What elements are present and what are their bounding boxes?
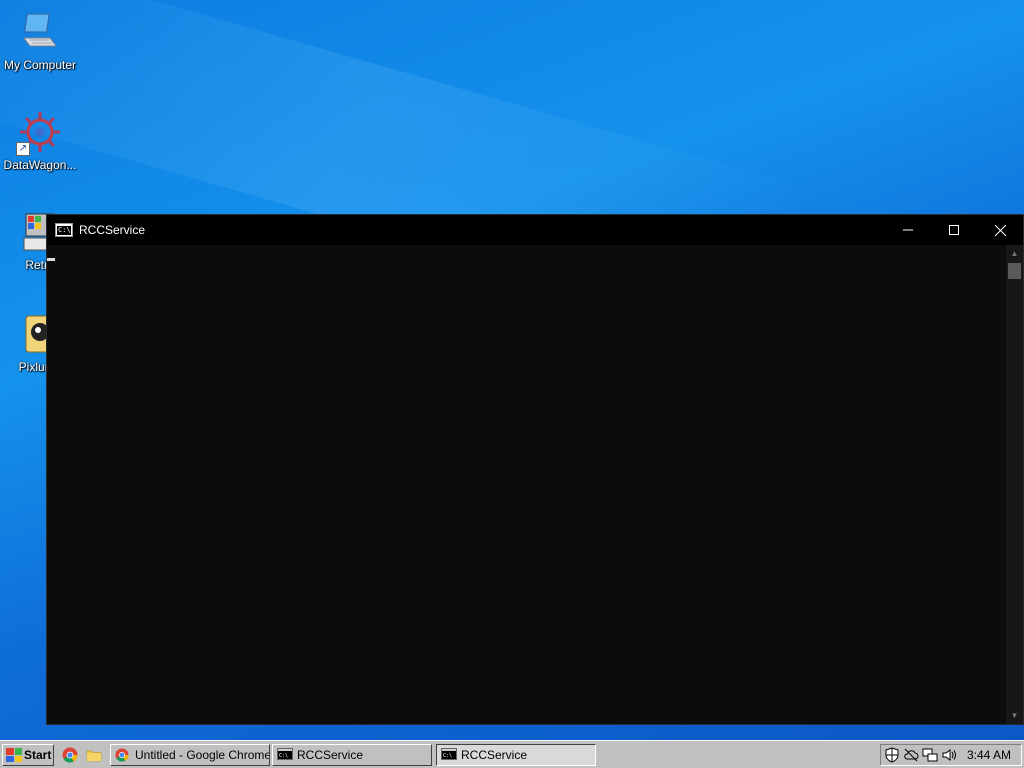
minimize-icon <box>903 229 913 231</box>
svg-text:C:\: C:\ <box>443 753 452 759</box>
folder-icon[interactable] <box>86 747 102 763</box>
window-titlebar[interactable]: C:\ RCCService <box>47 215 1023 245</box>
taskbar-item-rccservice[interactable]: C:\ RCCService <box>272 744 432 766</box>
cloud-offline-icon[interactable] <box>903 747 919 763</box>
shortcut-arrow-icon: ↗ <box>16 142 30 156</box>
system-tray: 3:44 AM <box>880 744 1022 766</box>
console-output-area[interactable] <box>47 245 1006 724</box>
close-icon <box>994 224 1006 236</box>
cmd-icon: C:\ <box>277 748 293 762</box>
minimize-button[interactable] <box>885 215 931 245</box>
maximize-button[interactable] <box>931 215 977 245</box>
svg-text:C:\: C:\ <box>279 753 288 759</box>
vertical-scrollbar[interactable]: ▲ ▼ <box>1006 245 1023 724</box>
windows-logo-icon <box>6 748 22 762</box>
window-title: RCCService <box>79 223 146 237</box>
chrome-icon[interactable] <box>62 747 78 763</box>
task-label: RCCService <box>297 748 364 762</box>
maximize-icon <box>949 225 959 235</box>
task-label: RCCService <box>461 748 528 762</box>
gear-icon: ↗ <box>16 108 64 156</box>
close-button[interactable] <box>977 215 1023 245</box>
cmd-icon: C:\ <box>441 748 457 762</box>
scrollbar-thumb[interactable] <box>1008 263 1021 279</box>
desktop-icon-datawagon[interactable]: ↗ DataWagon... <box>0 108 80 172</box>
desktop-icon-label: DataWagon... <box>3 158 77 172</box>
window-controls <box>885 215 1023 245</box>
clock[interactable]: 3:44 AM <box>967 748 1011 762</box>
chrome-icon <box>115 748 131 762</box>
scroll-up-icon[interactable]: ▲ <box>1006 245 1023 262</box>
computer-icon <box>16 8 64 56</box>
security-shield-icon[interactable] <box>884 747 900 763</box>
network-icon[interactable] <box>922 747 938 763</box>
volume-icon[interactable] <box>941 747 957 763</box>
console-window[interactable]: C:\ RCCService ▲ ▼ <box>46 214 1024 725</box>
desktop-icon-label: My Computer <box>3 58 77 72</box>
cmd-icon: C:\ <box>55 223 73 237</box>
text-cursor <box>47 258 55 261</box>
task-label: Untitled - Google Chrome <box>135 748 270 762</box>
start-label: Start <box>24 748 52 762</box>
desktop-icon-my-computer[interactable]: My Computer <box>0 8 80 72</box>
taskbar: Start Untitled - Google Chrome C:\ RCCSe… <box>0 740 1024 768</box>
start-button[interactable]: Start <box>2 744 54 766</box>
taskbar-item-rccservice-active[interactable]: C:\ RCCService <box>436 744 596 766</box>
scroll-down-icon[interactable]: ▼ <box>1006 707 1023 724</box>
taskbar-item-chrome[interactable]: Untitled - Google Chrome <box>110 744 270 766</box>
